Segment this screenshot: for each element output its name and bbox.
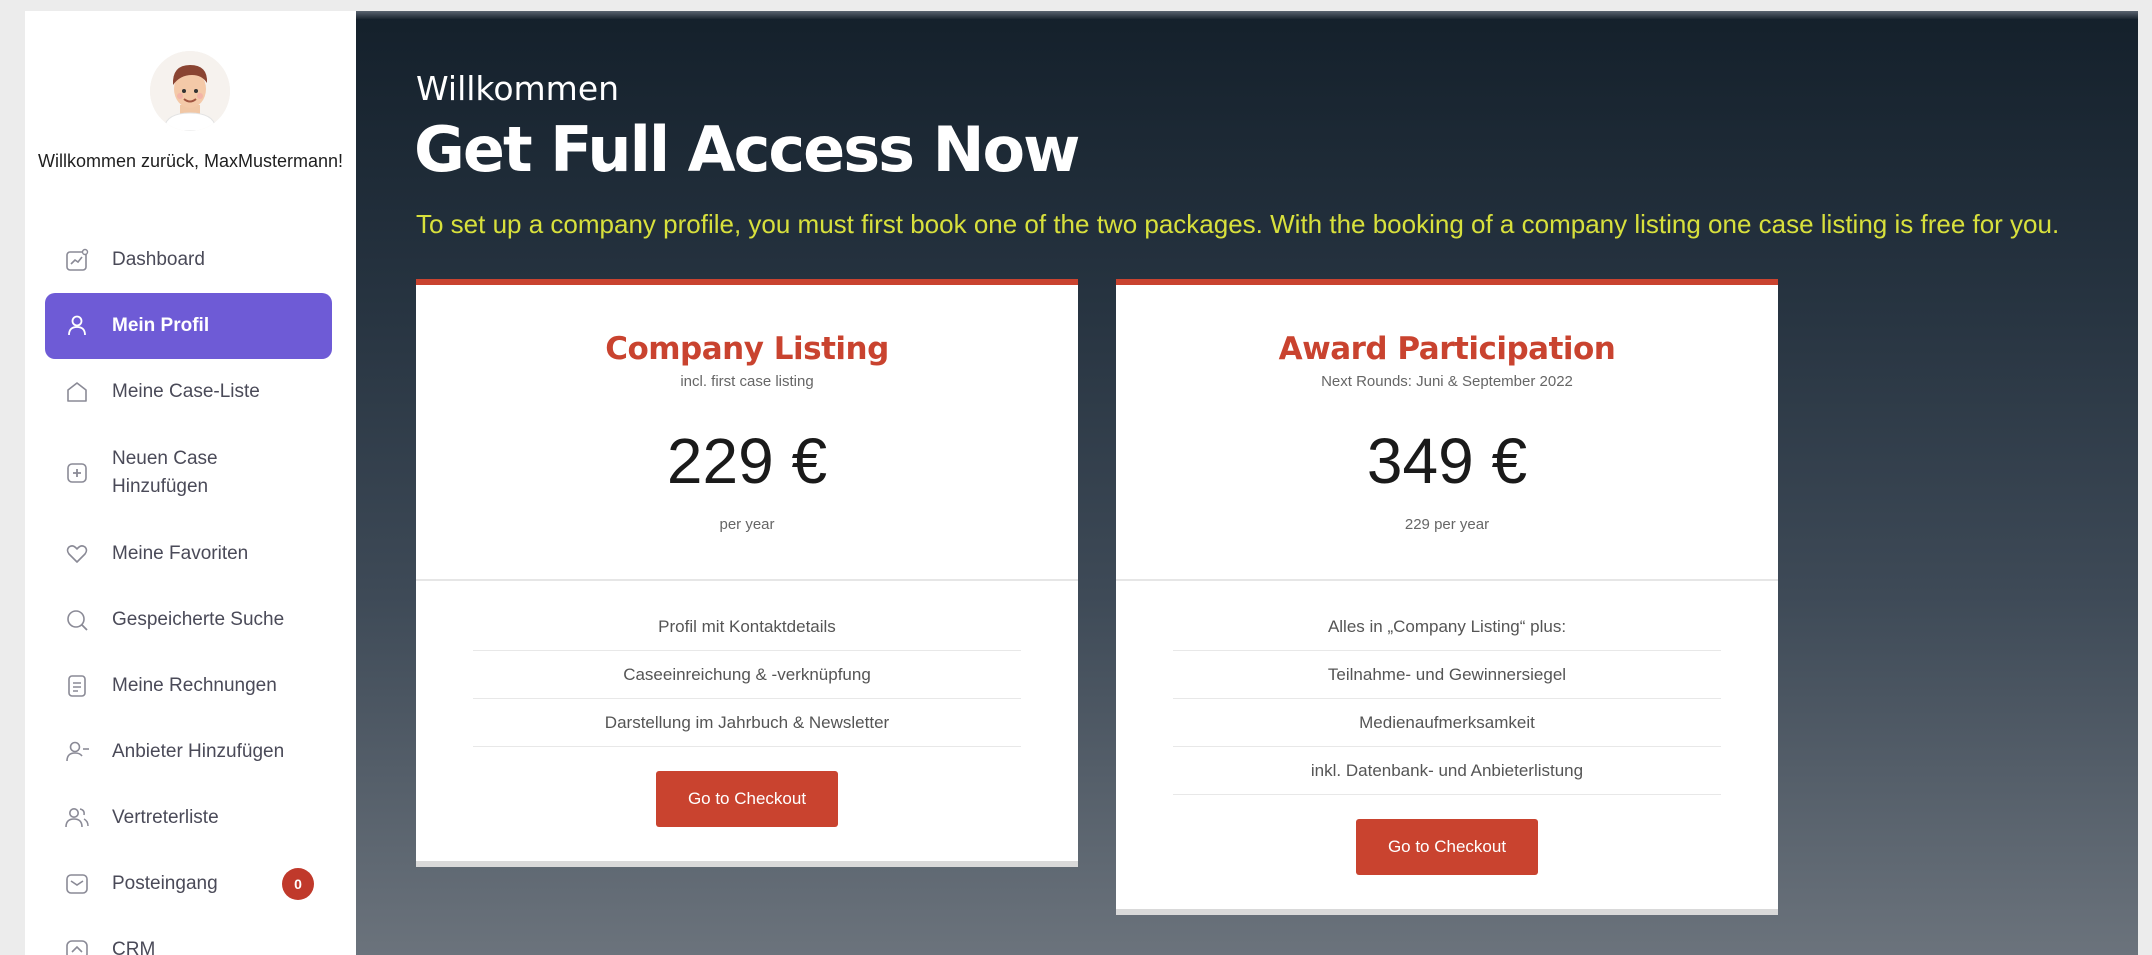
sidebar-item-label: Vertreterliste — [112, 806, 219, 828]
feature-item: Darstellung im Jahrbuch & Newsletter — [473, 699, 1021, 747]
package-title: Company Listing — [605, 331, 889, 367]
card-divider — [1116, 579, 1778, 581]
user-icon — [64, 313, 90, 339]
feature-item: Alles in „Company Listing“ plus: — [1173, 603, 1721, 651]
crm-icon — [64, 937, 90, 955]
sidebar-item-label: Anbieter Hinzufügen — [112, 740, 285, 762]
chart-line-icon — [64, 247, 90, 273]
inbox-icon — [64, 871, 90, 897]
welcome-back-text: Willkommen zurück, MaxMustermann! — [37, 151, 344, 171]
sidebar-item-neuen-case[interactable]: Neuen Case Hinzufügen — [45, 425, 332, 521]
search-icon — [64, 607, 90, 633]
sidebar-nav: Dashboard Mein Profil Meine Case-Liste N… — [45, 227, 332, 955]
card-divider — [416, 579, 1078, 581]
feature-list: Alles in „Company Listing“ plus: Teilnah… — [1173, 603, 1721, 795]
package-period: 229 per year — [1404, 516, 1490, 533]
user-add-icon — [64, 739, 90, 765]
inbox-count-badge: 0 — [282, 868, 314, 900]
sidebar-item-case-liste[interactable]: Meine Case-Liste — [45, 359, 332, 425]
welcome-heading: Willkommen — [416, 69, 620, 108]
package-subtitle: Next Rounds: Juni & September 2022 — [1321, 373, 1573, 390]
package-period: per year — [719, 516, 775, 533]
package-card-award-participation: Award Participation Next Rounds: Juni & … — [1116, 279, 1778, 915]
document-icon — [64, 673, 90, 699]
package-subtitle: incl. first case listing — [680, 373, 814, 390]
app-frame: Willkommen zurück, MaxMustermann! Dashbo… — [25, 11, 2138, 955]
sidebar-item-label: Meine Rechnungen — [112, 674, 277, 696]
sidebar-item-label: Dashboard — [112, 248, 205, 270]
heart-icon — [64, 541, 90, 567]
sidebar: Willkommen zurück, MaxMustermann! Dashbo… — [25, 11, 356, 955]
users-icon — [64, 805, 90, 831]
feature-item: Caseeinreichung & -verknüpfung — [473, 651, 1021, 699]
package-title: Award Participation — [1278, 331, 1616, 367]
avatar[interactable] — [150, 51, 230, 131]
sidebar-item-anbieter-hinzufuegen[interactable]: Anbieter Hinzufügen — [45, 719, 332, 785]
package-price: 229 € — [666, 425, 828, 497]
sidebar-item-gespeicherte-suche[interactable]: Gespeicherte Suche — [45, 587, 332, 653]
avatar-illustration — [150, 51, 230, 131]
checkout-button-company-listing[interactable]: Go to Checkout — [656, 771, 838, 827]
feature-list: Profil mit Kontaktdetails Caseeinreichun… — [473, 603, 1021, 747]
sidebar-item-label: Meine Favoriten — [112, 542, 249, 564]
home-icon — [64, 379, 90, 405]
sidebar-item-vertreterliste[interactable]: Vertreterliste — [45, 785, 332, 851]
feature-item: Profil mit Kontaktdetails — [473, 603, 1021, 651]
sidebar-item-label: CRM — [112, 938, 156, 955]
sidebar-item-posteingang[interactable]: Posteingang 0 — [45, 851, 332, 917]
feature-item: Medienaufmerksamkeit — [1173, 699, 1721, 747]
page-title: Get Full Access Now — [414, 113, 1080, 186]
sidebar-item-label: Mein Profil — [112, 314, 210, 336]
feature-item: Teilnahme- und Gewinnersiegel — [1173, 651, 1721, 699]
sidebar-item-dashboard[interactable]: Dashboard — [45, 227, 332, 293]
main-content: Willkommen Get Full Access Now To set up… — [356, 11, 2138, 955]
intro-text: To set up a company profile, you must fi… — [416, 209, 2060, 239]
package-price: 349 € — [1366, 425, 1528, 497]
sidebar-item-rechnungen[interactable]: Meine Rechnungen — [45, 653, 332, 719]
checkout-button-award-participation[interactable]: Go to Checkout — [1356, 819, 1538, 875]
sidebar-item-label: Meine Case-Liste — [112, 380, 260, 402]
feature-item: inkl. Datenbank- und Anbieterlistung — [1173, 747, 1721, 795]
sidebar-item-label: Posteingang — [112, 872, 218, 894]
sidebar-item-favoriten[interactable]: Meine Favoriten — [45, 521, 332, 587]
sidebar-item-label: Gespeicherte Suche — [112, 608, 285, 630]
sidebar-item-crm[interactable]: CRM — [45, 917, 332, 955]
plus-square-icon — [64, 460, 90, 486]
sidebar-item-mein-profil[interactable]: Mein Profil — [45, 293, 332, 359]
package-card-company-listing: Company Listing incl. first case listing… — [416, 279, 1078, 867]
sidebar-item-label: Neuen Case Hinzufügen — [112, 447, 218, 498]
